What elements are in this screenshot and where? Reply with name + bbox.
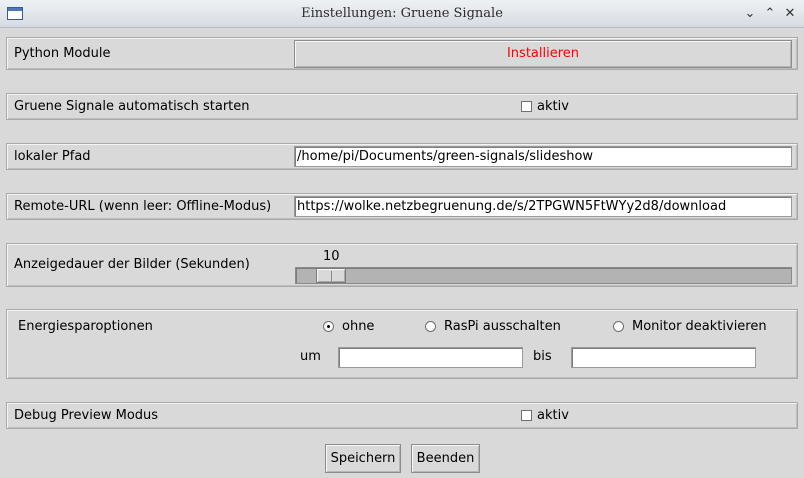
local-path-label: lokaler Pfad: [14, 149, 91, 164]
install-button[interactable]: Installieren: [294, 40, 792, 68]
local-path-input[interactable]: /home/pi/Documents/green-signals/slidesh…: [294, 146, 792, 167]
display-duration-row: Anzeigedauer der Bilder (Sekunden) 10: [6, 243, 798, 287]
energy-radio-ohne[interactable]: [323, 321, 334, 332]
title-bar[interactable]: Einstellungen: Gruene Signale ⌄ ⌃ ✕: [0, 0, 804, 28]
energy-to-input[interactable]: [571, 347, 756, 368]
display-duration-label: Anzeigedauer der Bilder (Sekunden): [14, 257, 250, 272]
save-button[interactable]: Speichern: [325, 444, 401, 473]
debug-label: Debug Preview Modus: [14, 408, 159, 423]
energy-from-input[interactable]: [338, 347, 523, 368]
energy-radio-monitor-off[interactable]: [613, 321, 624, 332]
python-module-row: Python Module Installieren: [6, 37, 798, 70]
energy-options-label: Energiesparoptionen: [18, 319, 153, 334]
energy-radio-raspi-off-label: RasPi ausschalten: [444, 319, 561, 334]
energy-radio-ohne-label: ohne: [342, 319, 375, 334]
energy-options-row: Energiesparoptionen ohne RasPi ausschalt…: [6, 309, 798, 379]
autostart-label: Gruene Signale automatisch starten: [14, 99, 250, 114]
display-duration-value: 10: [323, 249, 340, 264]
debug-checkbox[interactable]: [521, 410, 532, 421]
remote-url-row: Remote-URL (wenn leer: Offline-Modus) ht…: [6, 193, 798, 220]
debug-checkbox-label: aktiv: [537, 408, 569, 423]
remote-url-label: Remote-URL (wenn leer: Offline-Modus): [14, 199, 272, 214]
minimize-icon[interactable]: ⌄: [741, 5, 759, 23]
slider-thumb[interactable]: [316, 268, 346, 283]
remote-url-input[interactable]: https://wolke.netzbegruenung.de/s/2TPGWN…: [294, 196, 792, 217]
energy-to-label: bis: [533, 349, 552, 364]
energy-from-label: um: [300, 349, 321, 364]
display-duration-slider[interactable]: [295, 267, 792, 284]
energy-radio-raspi-off[interactable]: [425, 321, 436, 332]
local-path-row: lokaler Pfad /home/pi/Documents/green-si…: [6, 143, 798, 170]
energy-radio-monitor-off-label: Monitor deaktivieren: [632, 319, 767, 334]
quit-button[interactable]: Beenden: [411, 444, 480, 473]
autostart-checkbox[interactable]: [521, 101, 532, 112]
autostart-row: Gruene Signale automatisch starten aktiv: [6, 93, 798, 120]
python-module-label: Python Module: [14, 46, 111, 61]
autostart-checkbox-label: aktiv: [537, 99, 569, 114]
maximize-icon[interactable]: ⌃: [761, 5, 779, 23]
close-icon[interactable]: ✕: [781, 5, 799, 23]
debug-row: Debug Preview Modus aktiv: [6, 402, 798, 429]
window-title: Einstellungen: Gruene Signale: [301, 6, 503, 21]
